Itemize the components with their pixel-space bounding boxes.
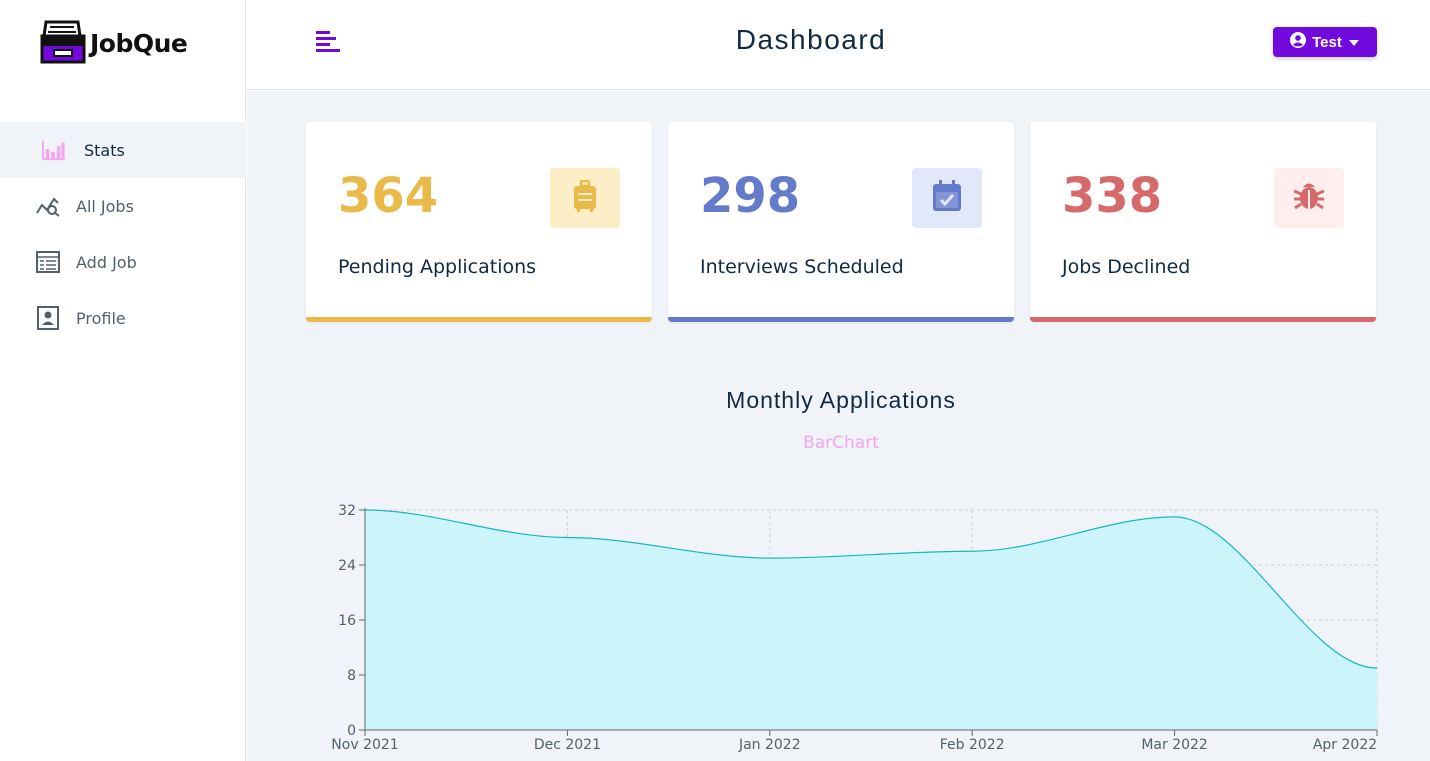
area-fill bbox=[365, 510, 1377, 730]
logo-text: JobQue bbox=[90, 28, 188, 58]
sidebar-item-label: All Jobs bbox=[76, 196, 134, 216]
sidebar-item-label: Stats bbox=[84, 140, 125, 160]
user-circle-icon bbox=[1290, 32, 1307, 52]
x-tick-label: Apr 2022 bbox=[1313, 737, 1377, 753]
logo-drawer-icon bbox=[40, 18, 86, 68]
logo[interactable]: JobQue bbox=[40, 18, 188, 68]
y-tick-label: 32 bbox=[338, 503, 356, 519]
x-tick-label: Jan 2022 bbox=[738, 737, 801, 753]
x-tick-label: Nov 2021 bbox=[331, 737, 398, 753]
monthly-applications-chart: 08162432Nov 2021 Dec 2021 Jan 2022 Feb 2022… bbox=[331, 503, 1378, 753]
x-tick-label: Feb 2022 bbox=[940, 737, 1005, 753]
user-name: Test bbox=[1312, 33, 1342, 51]
sidebar-item-add-job[interactable]: Add Job bbox=[0, 234, 246, 290]
caret-down-icon bbox=[1348, 34, 1360, 51]
sidebar-item-stats[interactable]: Stats bbox=[0, 122, 246, 178]
user-menu-button[interactable]: Test bbox=[1273, 27, 1377, 57]
page-title: Dashboard bbox=[735, 24, 887, 55]
sidebar-item-label: Profile bbox=[76, 308, 126, 328]
y-tick-label: 16 bbox=[338, 613, 356, 629]
sidebar-item-profile[interactable]: Profile bbox=[0, 290, 246, 346]
sidebar-item-all-jobs[interactable]: All Jobs bbox=[0, 178, 246, 234]
sidebar-item-label: Add Job bbox=[76, 252, 137, 272]
main-content: 364 Pending Applications 298 Interviews … bbox=[247, 91, 1430, 761]
sidebar: JobQue Stats All Jobs Add Job Profile bbox=[0, 0, 246, 761]
y-tick-label: 24 bbox=[338, 558, 356, 574]
sidebar-nav: Stats All Jobs Add Job Profile bbox=[0, 122, 246, 346]
bar-chart-icon bbox=[42, 138, 66, 162]
x-tick-label: Dec 2021 bbox=[534, 737, 601, 753]
profile-icon bbox=[36, 306, 60, 330]
y-tick-label: 8 bbox=[347, 668, 356, 684]
form-icon bbox=[36, 250, 60, 274]
job-search-icon bbox=[36, 194, 60, 218]
x-tick-label: Mar 2022 bbox=[1141, 737, 1208, 753]
header: Dashboard Test bbox=[246, 0, 1430, 90]
